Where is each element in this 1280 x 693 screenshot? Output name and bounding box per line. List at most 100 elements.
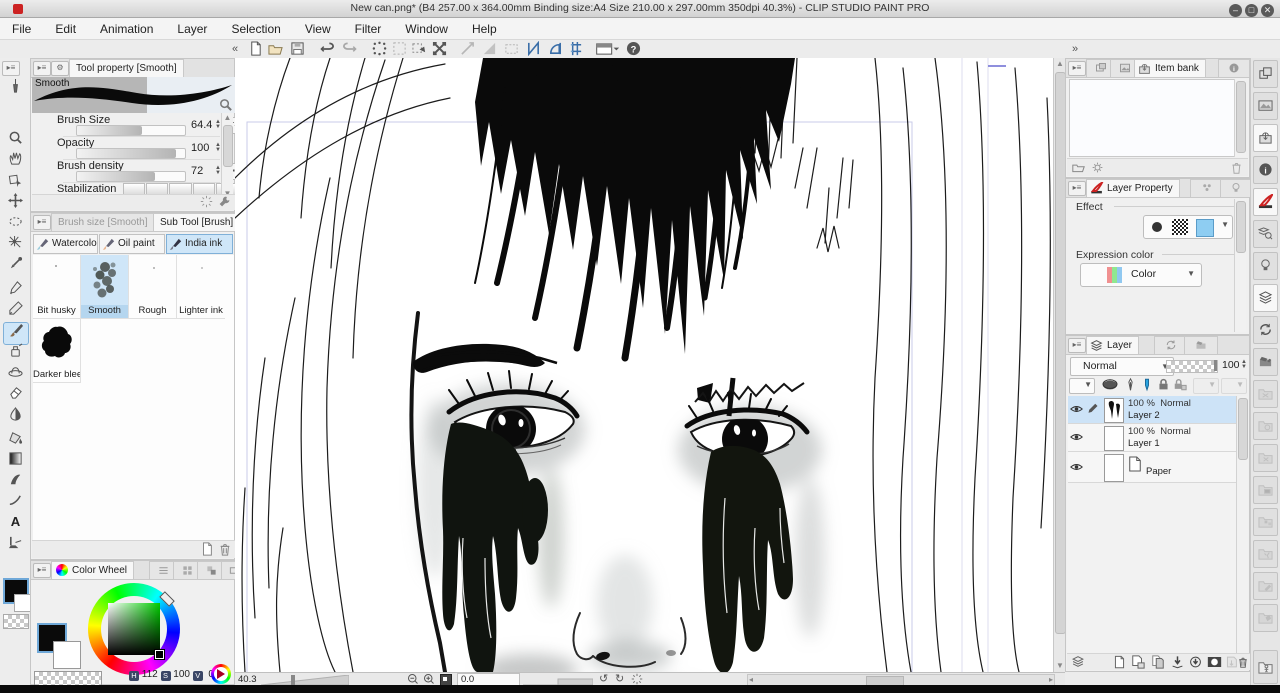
tool-gear-icon[interactable]: ⚙ [51, 61, 69, 76]
tab-sub-tool[interactable]: Sub Tool [Brush] [153, 213, 241, 231]
group-tab-watercolor[interactable]: Watercolor [33, 234, 98, 254]
decoration-tool[interactable] [3, 364, 27, 385]
tab-brush-size[interactable]: Brush size [Smooth] [51, 213, 155, 231]
quick-mask-icon[interactable] [1101, 378, 1119, 392]
layer-filter-dropdown[interactable]: ▼ [1069, 378, 1095, 394]
blend-mode-dropdown[interactable]: Normal ▼ [1070, 357, 1174, 376]
item-bank-list[interactable] [1069, 79, 1235, 157]
undo-button[interactable] [318, 41, 336, 57]
reset-settings-icon[interactable] [200, 195, 213, 208]
snap-special-ruler-button[interactable] [546, 41, 564, 57]
open-file-button[interactable] [266, 41, 284, 57]
sv-cursor[interactable] [154, 649, 165, 660]
tone-effect-icon[interactable] [1172, 219, 1188, 235]
menu-help[interactable]: Help [460, 22, 509, 36]
auto-select-tool[interactable] [3, 235, 27, 256]
border-effect-icon[interactable] [1150, 220, 1164, 234]
transfer-down-icon[interactable] [1171, 655, 1184, 669]
sub-color-swatch[interactable] [53, 641, 81, 669]
layer-thumbnail[interactable] [1104, 454, 1124, 482]
brush-tool[interactable] [3, 322, 29, 345]
transparent-color-swatch[interactable] [3, 614, 29, 629]
subtool-bit-husky[interactable]: Bit husky [33, 255, 81, 319]
item-bank-scrollbar[interactable] [1234, 79, 1246, 157]
dock-subview-button[interactable] [1253, 92, 1278, 120]
new-file-button[interactable] [246, 41, 264, 57]
canvas-artwork[interactable] [235, 58, 1053, 672]
trash-icon[interactable] [1230, 161, 1243, 174]
menu-window[interactable]: Window [393, 22, 460, 36]
new-subtool-icon[interactable] [200, 542, 214, 556]
dock-material-download-button[interactable] [1253, 604, 1278, 632]
menu-layer[interactable]: Layer [165, 22, 219, 36]
dock-layer-button[interactable] [1253, 284, 1278, 312]
layer-opacity-value[interactable]: 100 [1222, 359, 1240, 371]
layer-property-scrollbar[interactable] [1234, 199, 1246, 332]
gradient-tool[interactable] [3, 451, 27, 472]
eyedropper-tool[interactable] [3, 256, 27, 277]
marker-icon[interactable] [1141, 377, 1153, 392]
eraser-tool[interactable] [3, 385, 27, 406]
dock-material-monochrome-button[interactable] [1253, 412, 1278, 440]
tab-light-table[interactable] [1220, 179, 1252, 197]
tool-property-scrollbar[interactable]: ▲▼ [221, 113, 233, 199]
layer-row-layer1[interactable]: 100 % Normal Layer 1 [1068, 424, 1236, 452]
collapse-left-icon[interactable]: « [226, 41, 244, 57]
dock-material-color-button[interactable] [1253, 380, 1278, 408]
menu-selection[interactable]: Selection [219, 22, 292, 36]
duplicate-layer-icon[interactable] [1151, 655, 1165, 669]
rotation-slider[interactable] [523, 675, 593, 685]
dock-animation-cels-button[interactable] [1253, 316, 1278, 344]
dock-material-manga-button[interactable] [1253, 444, 1278, 472]
toolbar-menu-icon[interactable]: ▸≡ [2, 61, 20, 76]
minimize-button[interactable]: – [1229, 3, 1242, 17]
redo-button[interactable] [340, 41, 358, 57]
zoom-out-icon[interactable] [407, 673, 419, 685]
layer-list-scrollbar[interactable] [1236, 396, 1248, 653]
open-folder-icon[interactable] [1072, 161, 1085, 174]
dock-information-button[interactable]: i [1253, 156, 1278, 184]
layer-color-effect-icon[interactable] [1196, 219, 1214, 237]
trash-icon[interactable] [218, 542, 232, 556]
transparent-swatch[interactable] [34, 671, 102, 686]
dock-timeline-button[interactable] [1253, 348, 1278, 376]
save-button[interactable] [288, 41, 306, 57]
tab-layer[interactable]: Layer [1086, 336, 1140, 354]
maximize-button[interactable]: □ [1245, 3, 1258, 17]
panel-menu-icon[interactable]: ▸≡ [33, 215, 51, 230]
layer-mask-icon[interactable] [1207, 655, 1222, 669]
expression-color-dropdown[interactable]: Color ▼ [1080, 263, 1202, 287]
subtool-lighter-ink[interactable]: Lighter ink [177, 255, 225, 319]
menu-edit[interactable]: Edit [43, 22, 88, 36]
dock-layer-property-button[interactable] [1253, 188, 1278, 216]
screen-mode-button[interactable] [592, 41, 622, 57]
tab-information[interactable]: i [1218, 59, 1250, 77]
tab-layer-property[interactable]: Layer Property [1086, 179, 1180, 197]
rotate-cw-icon[interactable]: ↻ [615, 672, 624, 685]
selection-tool[interactable] [3, 214, 27, 235]
pen-tool[interactable] [3, 280, 27, 301]
dock-material-figure-button[interactable] [1253, 650, 1278, 684]
rotate-ccw-icon[interactable]: ↺ [599, 672, 608, 685]
lock-transparent-icon[interactable] [1173, 377, 1187, 392]
zoom-tool[interactable] [3, 130, 27, 151]
layer-thumbnail[interactable] [1104, 426, 1124, 451]
panel-menu-icon[interactable]: ▸≡ [1068, 338, 1086, 353]
set-as-draft-dropdown[interactable]: ▼ [1193, 378, 1219, 394]
opacity-slider[interactable] [76, 148, 186, 159]
ruler-pen-icon[interactable] [1124, 377, 1137, 392]
color-mode-button[interactable] [211, 664, 231, 684]
fill-tool[interactable] [3, 430, 27, 451]
invert-selection-icon[interactable] [410, 41, 428, 57]
dock-material-edit-button[interactable] [1253, 572, 1278, 600]
chevron-down-icon[interactable]: ▼ [1221, 220, 1229, 229]
reselect-icon[interactable] [390, 41, 408, 57]
move-layer-tool[interactable] [3, 193, 27, 214]
subtool-rough[interactable]: Rough [129, 255, 177, 319]
group-tab-india-ink[interactable]: India ink [166, 234, 233, 254]
param-value[interactable]: 100 [191, 142, 209, 154]
close-button[interactable]: ✕ [1261, 3, 1274, 17]
stepper-icon[interactable]: ▲ ▼ [1241, 359, 1247, 370]
brush-size-slider[interactable] [76, 125, 186, 136]
menu-animation[interactable]: Animation [88, 22, 165, 36]
